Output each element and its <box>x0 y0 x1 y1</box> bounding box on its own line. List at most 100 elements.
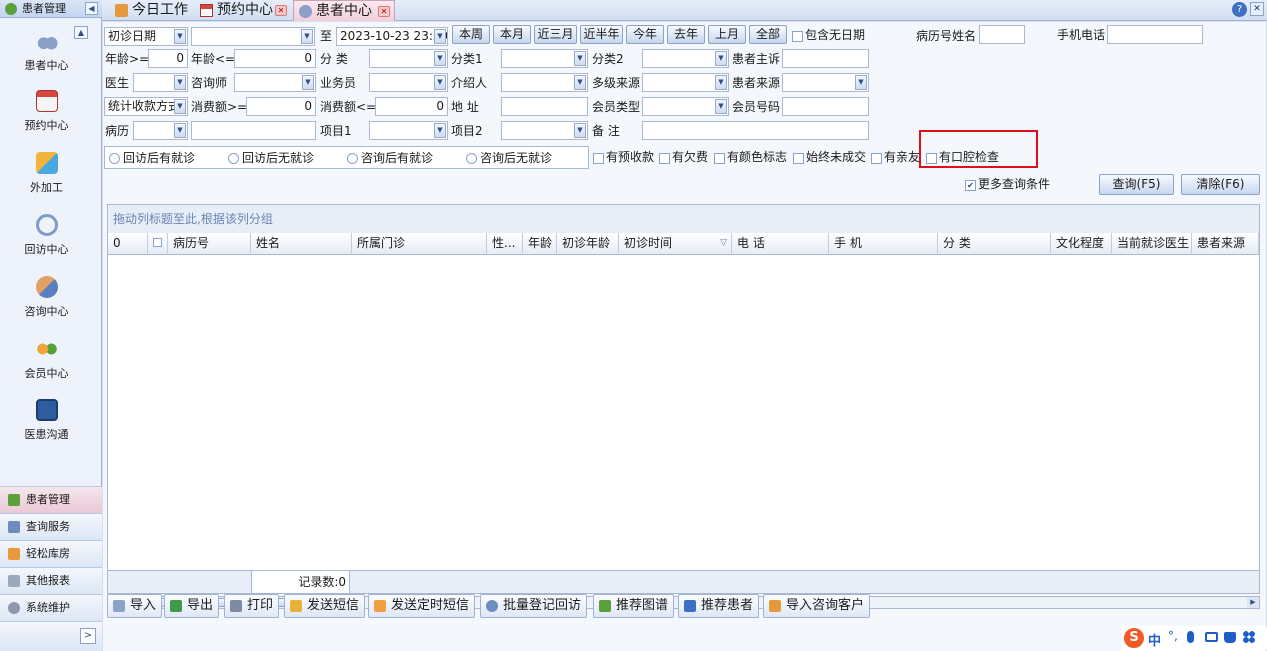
range-last-month-button[interactable]: 上月 <box>708 25 746 44</box>
keyboard-icon[interactable] <box>1205 632 1218 642</box>
consult-not-visited-radio[interactable]: 咨询后无就诊 <box>466 151 552 165</box>
column-header-select[interactable] <box>148 233 168 255</box>
export-button[interactable]: 导出 <box>164 594 220 618</box>
column-header-gender[interactable]: 性... <box>487 233 523 255</box>
item2-select[interactable]: ▼ <box>501 121 588 140</box>
has-prepayment-checkbox[interactable]: 有预收款 <box>593 150 654 164</box>
spend-ge-input[interactable]: 0 <box>246 97 316 116</box>
ime-mode[interactable]: 中 <box>1148 630 1161 649</box>
import-button[interactable]: 导入 <box>107 594 163 618</box>
scroll-right-icon[interactable]: ▶ <box>1247 597 1259 608</box>
include-no-date-checkbox[interactable]: 包含无日期 <box>792 28 865 42</box>
close-icon[interactable]: ✕ <box>275 5 287 16</box>
consult-visited-radio[interactable]: 咨询后有就诊 <box>347 151 433 165</box>
followup-visited-radio[interactable]: 回访后有就诊 <box>109 151 195 165</box>
batch-register-followup-button[interactable]: 批量登记回访 <box>480 594 588 618</box>
print-button[interactable]: 打印 <box>224 594 280 618</box>
tab-today-work[interactable]: 今日工作 <box>110 0 194 21</box>
range-last-half-year-button[interactable]: 近半年 <box>580 25 623 44</box>
category2-select[interactable]: ▼ <box>642 49 729 68</box>
menu-query-service[interactable]: 查询服务 <box>0 513 102 540</box>
doctor-select[interactable]: ▼ <box>133 73 188 92</box>
column-header-index[interactable]: 0 <box>108 233 148 255</box>
has-relatives-checkbox[interactable]: 有亲友 <box>871 150 920 164</box>
start-date-select[interactable]: ▼ <box>191 27 315 46</box>
import-consult-customers-button[interactable]: 导入咨询客户 <box>763 594 871 618</box>
consultant-select[interactable]: ▼ <box>234 73 316 92</box>
nav-followup-center[interactable]: 回访中心 <box>0 214 93 257</box>
range-all-button[interactable]: 全部 <box>749 25 787 44</box>
record-select[interactable]: ▼ <box>133 121 188 140</box>
followup-not-visited-radio[interactable]: 回访后无就诊 <box>228 151 314 165</box>
range-this-month-button[interactable]: 本月 <box>493 25 531 44</box>
recommend-patient-button[interactable]: 推荐患者 <box>678 594 760 618</box>
ime-punctuation[interactable]: °, <box>1168 629 1178 643</box>
record-name-input[interactable] <box>979 25 1025 44</box>
select-all-checkbox[interactable] <box>153 238 162 247</box>
column-header-first-visit-time[interactable]: 初诊时间 ▽ <box>619 233 732 255</box>
chevron-right-icon[interactable]: > <box>80 628 96 644</box>
column-header-mobile[interactable]: 手 机 <box>829 233 938 255</box>
toolbox-icon[interactable] <box>1243 631 1255 643</box>
collapse-panel-icon[interactable]: ◀ <box>85 2 98 15</box>
age-ge-input[interactable]: 0 <box>148 49 188 68</box>
age-le-input[interactable]: 0 <box>234 49 316 68</box>
tab-appointment-center[interactable]: 预约中心 ✕ <box>195 0 291 21</box>
column-header-age[interactable]: 年龄 <box>523 233 557 255</box>
address-input[interactable] <box>501 97 588 116</box>
nav-consult-center[interactable]: 咨询中心 <box>0 276 93 319</box>
close-window-icon[interactable]: ✕ <box>1250 2 1264 16</box>
stat-method-select[interactable]: 统计收款方式 ▼ <box>104 97 188 116</box>
close-icon[interactable]: ✕ <box>378 6 390 17</box>
menu-system-maintenance[interactable]: 系统维护 <box>0 594 102 621</box>
column-header-phone[interactable]: 电 话 <box>732 233 829 255</box>
column-header-name[interactable]: 姓名 <box>251 233 352 255</box>
menu-easy-warehouse[interactable]: 轻松库房 <box>0 540 102 567</box>
help-icon[interactable]: ? <box>1232 2 1247 17</box>
never-closed-checkbox[interactable]: 始终未成交 <box>793 150 866 164</box>
column-header-current-doctor[interactable]: 当前就诊医生 <box>1112 233 1192 255</box>
column-header-first-visit-age[interactable]: 初诊年龄 <box>557 233 619 255</box>
referrer-select[interactable]: ▼ <box>501 73 588 92</box>
skin-icon[interactable] <box>1224 632 1236 643</box>
sogou-logo-icon[interactable]: S <box>1124 628 1144 648</box>
nav-doctor-patient-communication[interactable]: 医患沟通 <box>0 399 93 442</box>
nav-external-processing[interactable]: 外加工 <box>0 152 93 195</box>
range-this-week-button[interactable]: 本周 <box>452 25 490 44</box>
clear-button[interactable]: 清除(F6) <box>1181 174 1260 195</box>
query-button[interactable]: 查询(F5) <box>1099 174 1174 195</box>
member-no-input[interactable] <box>782 97 869 116</box>
category-select[interactable]: ▼ <box>369 49 448 68</box>
nav-appointment-center[interactable]: 预约中心 <box>0 90 93 133</box>
more-conditions-checkbox[interactable]: 更多查询条件 <box>965 177 1050 191</box>
column-header-record-no[interactable]: 病历号 <box>168 233 251 255</box>
patient-source-select[interactable]: ▼ <box>782 73 869 92</box>
member-type-select[interactable]: ▼ <box>642 97 729 116</box>
has-arrears-checkbox[interactable]: 有欠费 <box>659 150 708 164</box>
range-this-year-button[interactable]: 今年 <box>626 25 664 44</box>
send-sms-button[interactable]: 发送短信 <box>284 594 366 618</box>
salesman-select[interactable]: ▼ <box>369 73 448 92</box>
remark-input[interactable] <box>642 121 869 140</box>
mobile-input[interactable] <box>1107 25 1203 44</box>
send-scheduled-sms-button[interactable]: 发送定时短信 <box>368 594 476 618</box>
menu-patient-management[interactable]: 患者管理 <box>0 486 102 513</box>
range-last-three-months-button[interactable]: 近三月 <box>534 25 577 44</box>
end-date-select[interactable]: 2023-10-23 23:59 ▼ <box>336 27 448 46</box>
range-last-year-button[interactable]: 去年 <box>667 25 705 44</box>
column-header-patient-source[interactable]: 患者来源 <box>1192 233 1259 255</box>
nav-member-center[interactable]: 会员中心 <box>0 338 93 381</box>
category1-select[interactable]: ▼ <box>501 49 588 68</box>
has-oral-check-checkbox[interactable]: 有口腔检查 <box>926 150 999 164</box>
has-color-mark-checkbox[interactable]: 有颜色标志 <box>714 150 787 164</box>
microphone-icon[interactable] <box>1187 631 1194 643</box>
date-type-select[interactable]: 初诊日期 ▼ <box>104 27 188 46</box>
record-input[interactable] <box>191 121 316 140</box>
multi-source-select[interactable]: ▼ <box>642 73 729 92</box>
nav-patient-center[interactable]: 患者中心 <box>0 30 93 73</box>
column-header-clinic[interactable]: 所属门诊 <box>352 233 487 255</box>
menu-other-reports[interactable]: 其他报表 <box>0 567 102 594</box>
referral-map-button[interactable]: 推荐图谱 <box>593 594 675 618</box>
group-by-panel[interactable]: 拖动列标题至此,根据该列分组 <box>108 205 1259 233</box>
column-header-education[interactable]: 文化程度 <box>1051 233 1112 255</box>
